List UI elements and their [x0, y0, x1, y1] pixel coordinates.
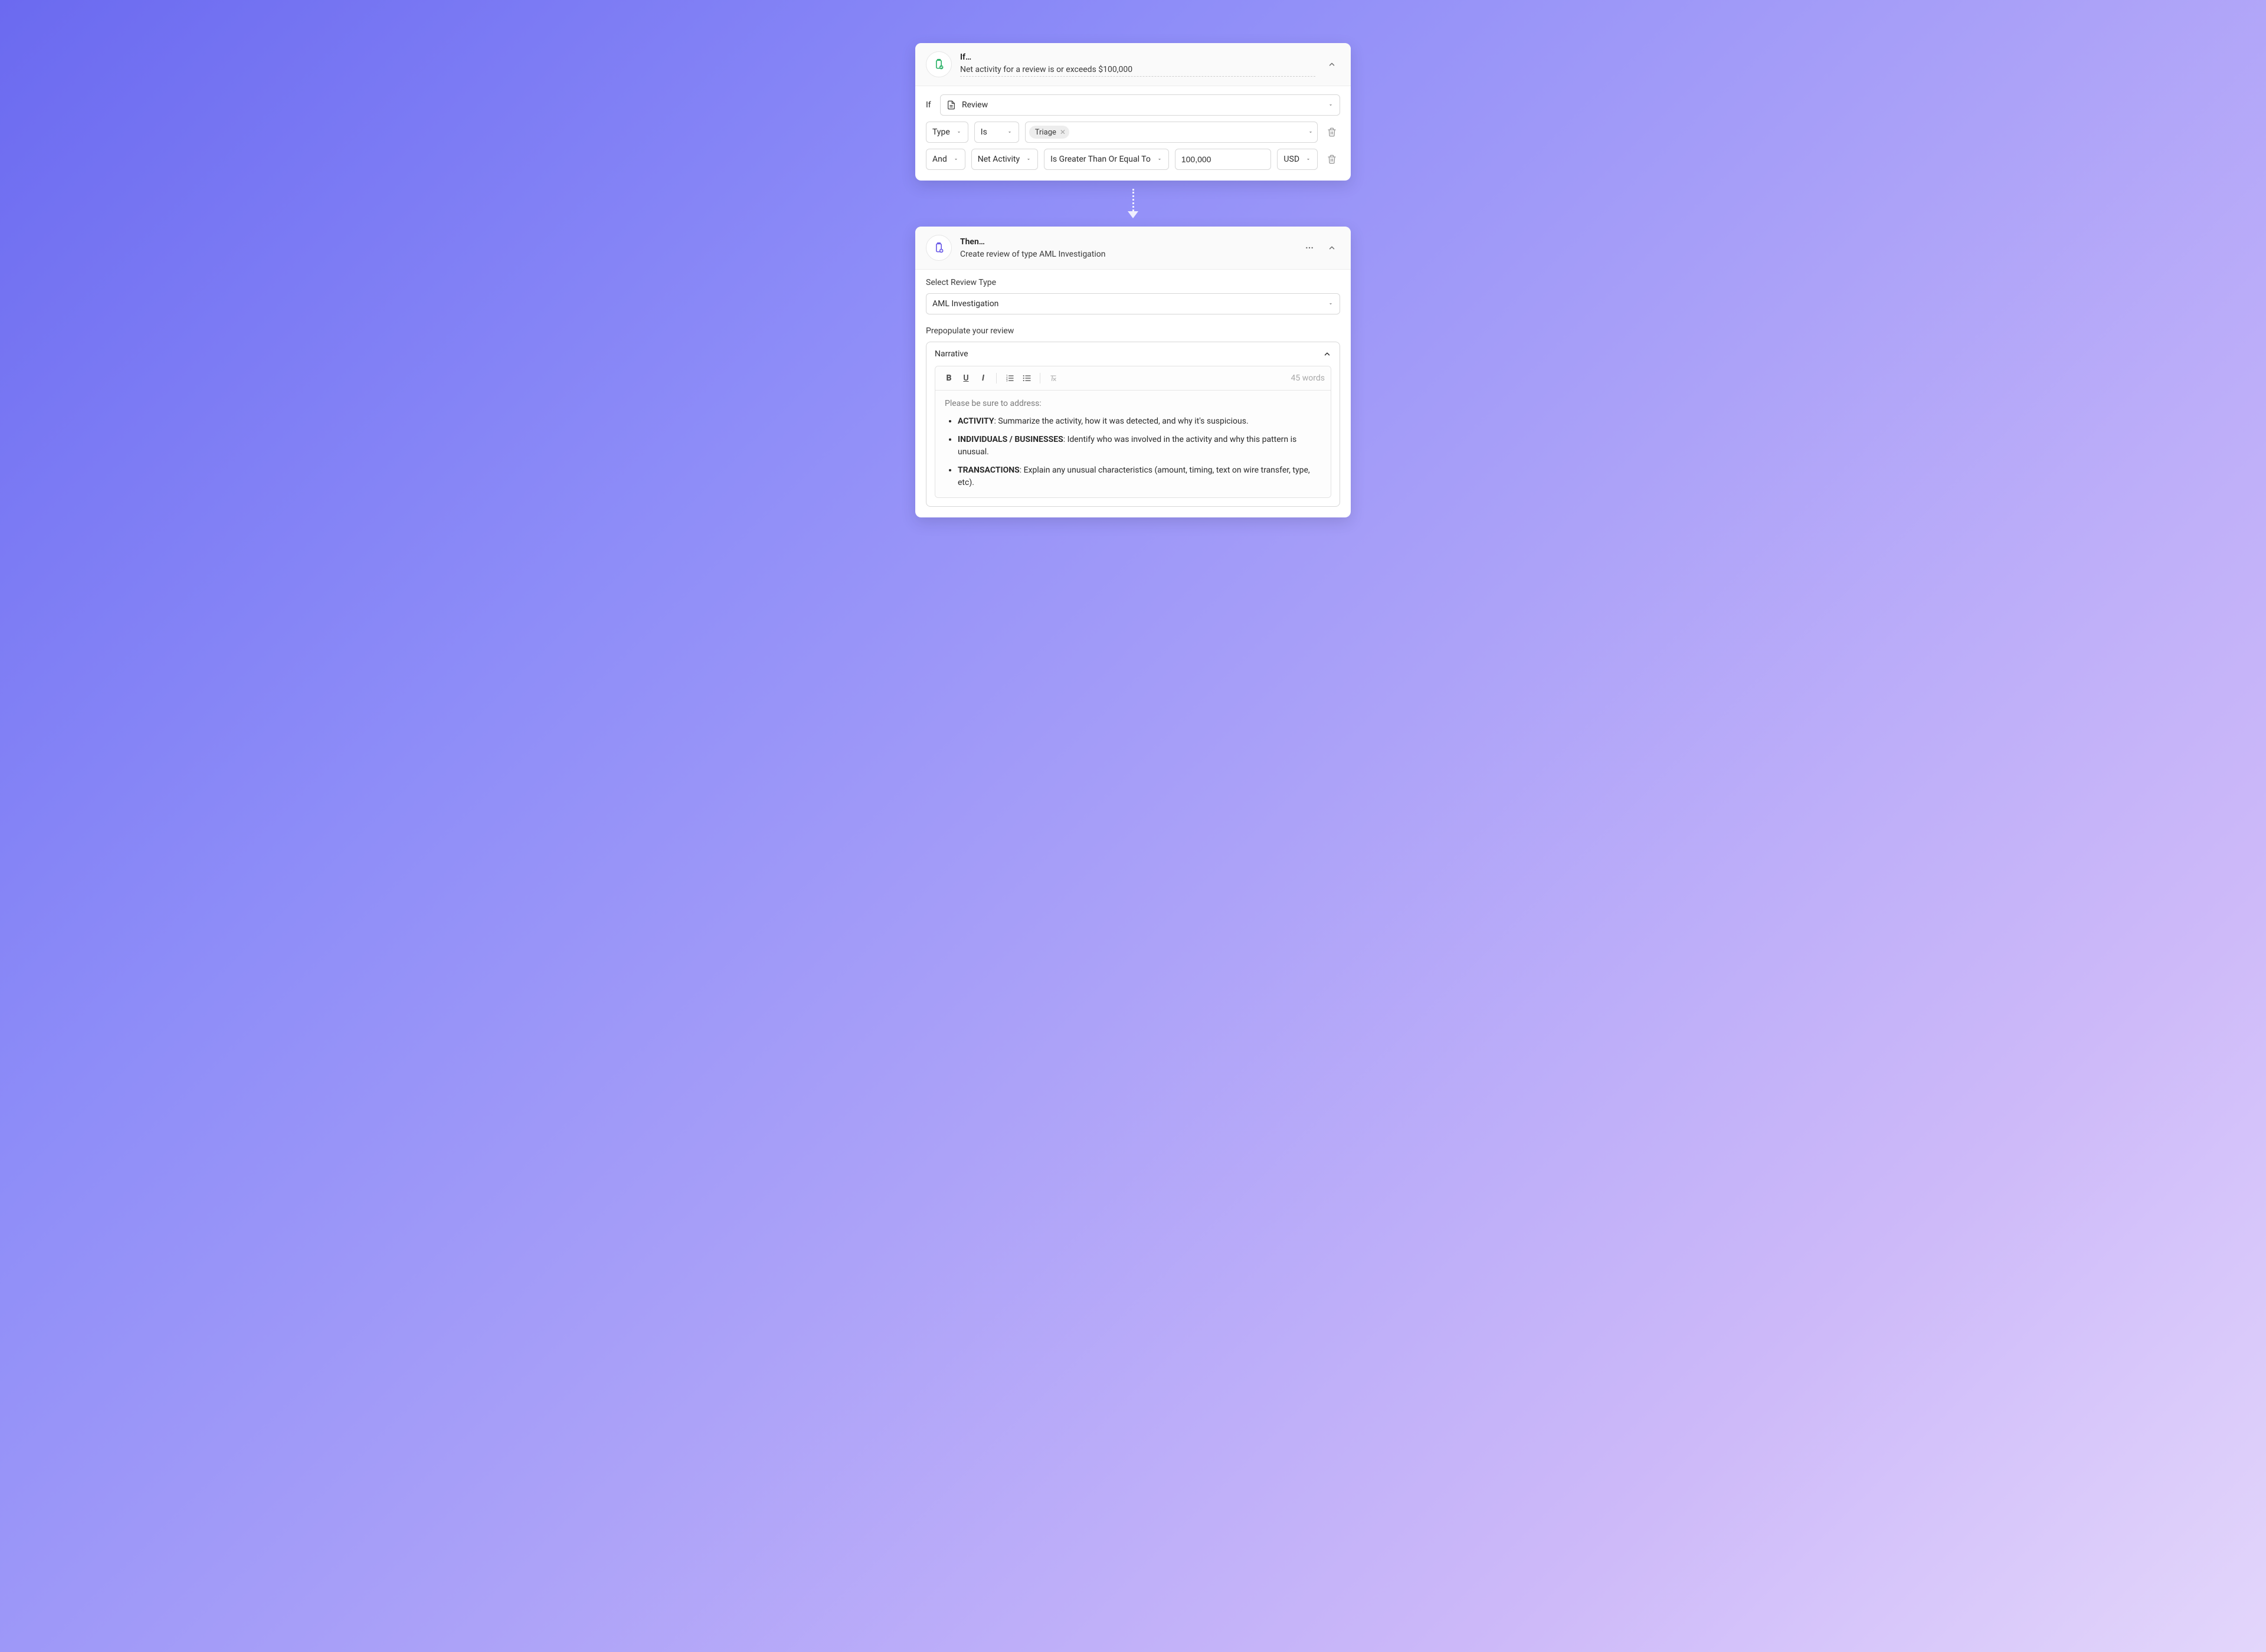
collapse-button[interactable]: [1324, 240, 1340, 256]
if-card-header: If… Net activity for a review is or exce…: [915, 43, 1351, 86]
chevron-up-icon: [1323, 350, 1331, 358]
caret-down-icon: [1007, 129, 1013, 135]
operator-select-gte[interactable]: Is Greater Than Or Equal To: [1044, 149, 1169, 170]
delete-row-button[interactable]: [1324, 124, 1340, 140]
underline-button[interactable]: U: [958, 371, 974, 386]
entity-select-value: Review: [962, 100, 988, 110]
operator-select-is[interactable]: Is: [974, 122, 1019, 143]
then-card-header: Then… Create review of type AML Investig…: [915, 227, 1351, 270]
value-input[interactable]: [1175, 149, 1272, 170]
ordered-list-button[interactable]: 123: [1002, 371, 1017, 386]
select-review-type-label: Select Review Type: [926, 278, 1340, 287]
editor-content[interactable]: Please be sure to address: ACTIVITY: Sum…: [935, 391, 1331, 497]
more-menu-button[interactable]: [1301, 240, 1318, 256]
then-title: Then…: [960, 237, 1293, 247]
chip-triage: Triage ✕: [1029, 126, 1069, 139]
caret-down-icon: [1328, 301, 1334, 307]
if-description[interactable]: Net activity for a review is or exceeds …: [960, 65, 1315, 77]
narrative-label: Narrative: [935, 349, 968, 359]
review-type-select[interactable]: AML Investigation: [926, 293, 1340, 314]
if-title: If…: [960, 53, 1315, 62]
chip-remove-icon[interactable]: ✕: [1060, 128, 1066, 136]
italic-button[interactable]: I: [975, 371, 991, 386]
editor-intro: Please be sure to address:: [945, 399, 1321, 408]
toolbar-separator: [996, 373, 997, 384]
svg-text:3: 3: [1006, 379, 1008, 382]
clipboard-plus-icon: [926, 235, 952, 261]
arrow-down-icon: [1128, 211, 1138, 218]
narrative-section: Narrative B U I 123: [926, 342, 1340, 507]
currency-select[interactable]: USD: [1277, 149, 1318, 170]
unordered-list-button[interactable]: [1019, 371, 1034, 386]
caret-down-icon: [953, 156, 959, 162]
caret-down-icon: [1305, 156, 1311, 162]
bold-button[interactable]: B: [941, 371, 957, 386]
list-item: TRANSACTIONS: Explain any unusual charac…: [958, 464, 1321, 489]
review-type-value: AML Investigation: [932, 299, 998, 309]
delete-row-button[interactable]: [1324, 151, 1340, 168]
entity-select[interactable]: Review: [940, 94, 1340, 116]
caret-down-icon: [956, 129, 962, 135]
value-tag-input[interactable]: Triage ✕: [1025, 122, 1318, 143]
clipboard-check-icon: [926, 51, 952, 77]
clear-formatting-button[interactable]: [1046, 371, 1061, 386]
caret-down-icon: [1328, 102, 1334, 108]
field-select-net-activity[interactable]: Net Activity: [971, 149, 1038, 170]
caret-down-icon: [1157, 156, 1163, 162]
collapse-button[interactable]: [1324, 56, 1340, 73]
list-item: ACTIVITY: Summarize the activity, how it…: [958, 415, 1321, 428]
prepopulate-label: Prepopulate your review: [926, 326, 1340, 336]
caret-down-icon: [1308, 129, 1314, 135]
caret-down-icon: [1026, 156, 1032, 162]
editor-toolbar: B U I 123 45 words: [935, 366, 1331, 391]
if-label: If: [926, 100, 934, 110]
if-card: If… Net activity for a review is or exce…: [915, 43, 1351, 181]
if-card-body: If Review Type: [915, 86, 1351, 181]
conjunction-select[interactable]: And: [926, 149, 965, 170]
then-card: Then… Create review of type AML Investig…: [915, 227, 1351, 517]
then-description: Create review of type AML Investigation: [960, 250, 1293, 259]
value-input-field[interactable]: [1181, 155, 1265, 164]
then-card-body: Select Review Type AML Investigation Pre…: [915, 270, 1351, 517]
field-select-type[interactable]: Type: [926, 122, 968, 143]
word-count: 45 words: [1291, 373, 1325, 383]
list-item: INDIVIDUALS / BUSINESSES: Identify who w…: [958, 434, 1321, 458]
narrative-toggle[interactable]: Narrative: [926, 342, 1340, 366]
narrative-editor: B U I 123 45 words: [935, 366, 1331, 498]
editor-bullet-list: ACTIVITY: Summarize the activity, how it…: [945, 415, 1321, 489]
flow-connector: [1128, 189, 1138, 218]
document-icon: [947, 100, 956, 110]
